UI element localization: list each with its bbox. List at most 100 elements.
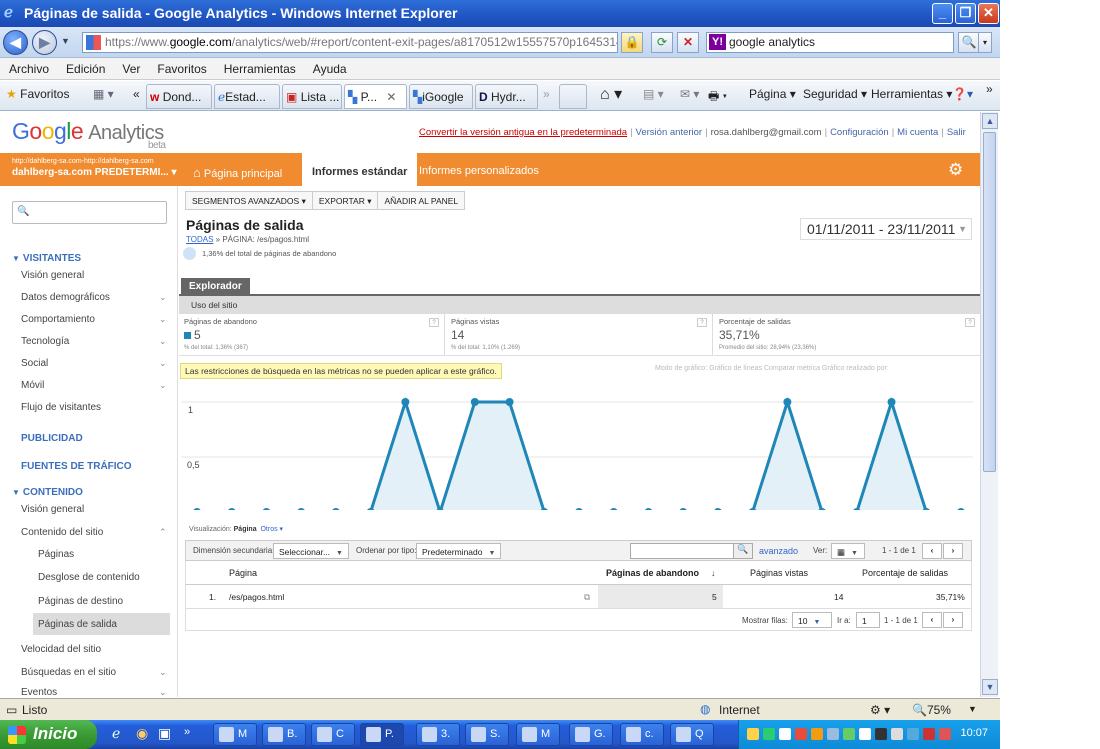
scroll-down-icon[interactable]: ▼ — [982, 679, 998, 695]
close-window-button[interactable]: ✕ — [978, 3, 999, 24]
data-point[interactable] — [679, 508, 687, 510]
export-button[interactable]: EXPORTAR ▾ — [313, 192, 379, 209]
metric-pageviews[interactable]: Páginas vistas 14 % del total: 1,10% (1.… — [446, 314, 713, 356]
convert-version-link[interactable]: Convertir la versión antigua en la prede… — [419, 127, 627, 138]
taskbar-item[interactable]: S. — [465, 723, 509, 746]
advanced-segments-button[interactable]: SEGMENTOS AVANZADOS ▾ — [186, 192, 313, 209]
ie-quicklaunch-icon[interactable]: ℯ — [112, 725, 120, 742]
data-point[interactable] — [783, 398, 792, 406]
data-point[interactable] — [957, 508, 965, 510]
refresh-icon[interactable]: ⟳ — [651, 32, 673, 53]
data-point[interactable] — [193, 508, 201, 510]
open-link-icon[interactable]: ⧉ — [584, 592, 590, 603]
security-menu[interactable]: Seguridad ▾ — [803, 87, 867, 101]
zoom-dropdown-icon[interactable]: ▼ — [968, 704, 977, 714]
taskbar-item[interactable]: C — [311, 723, 355, 746]
tab-home[interactable]: ⌂ Página principal — [183, 153, 292, 186]
explorer-tab[interactable]: Explorador — [181, 278, 250, 295]
new-tab-button[interactable] — [559, 84, 587, 109]
data-point[interactable] — [887, 398, 896, 406]
print-icon[interactable]: 🖶 ▾ — [708, 87, 727, 108]
sidebar-item-exit-pages[interactable]: Páginas de salida — [38, 619, 117, 630]
site-usage-tab[interactable]: Uso del sitio — [191, 300, 237, 310]
metric-exit-rate[interactable]: Porcentaje de salidas 35,71% Promedio de… — [714, 314, 980, 356]
tray-icon[interactable] — [811, 728, 823, 740]
next-page-button[interactable]: › — [943, 612, 963, 628]
sidebar-section-content[interactable]: ▼ CONTENIDO — [12, 487, 83, 498]
sidebar-item-visitor-flow[interactable]: Flujo de visitantes — [21, 402, 101, 413]
metric-exits[interactable]: Páginas de abandono 5 % del total: 1,36%… — [179, 314, 445, 356]
tab-2[interactable]: ℯEstad... — [214, 84, 280, 109]
stop-icon[interactable]: ✕ — [677, 32, 699, 53]
sidebar-item-site-speed[interactable]: Velocidad del sitio — [21, 644, 101, 655]
table-row[interactable]: 1. /es/pagos.html ⧉ 5 14 35,71% — [185, 585, 972, 609]
taskbar-item[interactable]: M — [213, 723, 257, 746]
taskbar-item[interactable]: c. — [620, 723, 664, 746]
tray-icon[interactable] — [859, 728, 871, 740]
help-icon[interactable]: ? — [697, 318, 707, 327]
sidebar-section-traffic-sources[interactable]: FUENTES DE TRÁFICO — [21, 461, 132, 472]
search-go-icon[interactable]: 🔍 — [958, 32, 980, 53]
visualization-page[interactable]: Página — [234, 526, 257, 533]
breadcrumb-all-link[interactable]: TODAS — [186, 235, 213, 244]
prev-page-button[interactable]: ‹ — [922, 612, 942, 628]
menu-archivo[interactable]: Archivo — [0, 58, 57, 76]
sidebar-item-content-overview[interactable]: Visión general — [21, 504, 84, 515]
tray-icon[interactable] — [747, 728, 759, 740]
tab-5[interactable]: ▚iGoogle — [409, 84, 473, 109]
tab-list-icon[interactable]: « — [133, 87, 140, 101]
goto-page-input[interactable]: 1 — [856, 612, 880, 628]
tools-menu[interactable]: Herramientas ▾ — [871, 87, 952, 101]
sidebar-item-technology[interactable]: Tecnología ⌄ — [21, 336, 167, 347]
start-button[interactable]: Inicio — [0, 720, 97, 749]
sidebar-search-input[interactable]: 🔍 — [12, 201, 167, 224]
tab-standard-reports[interactable]: Informes estándar — [302, 153, 418, 186]
taskbar-item-active[interactable]: P. — [360, 723, 404, 746]
feeds-icon[interactable]: ▤ ▾ — [643, 87, 664, 101]
app-quicklaunch-icon[interactable]: ▣ — [158, 725, 171, 742]
maximize-button[interactable]: ❐ — [955, 3, 976, 24]
add-to-dashboard-button[interactable]: AÑADIR AL PANEL — [378, 192, 464, 209]
taskbar-item[interactable]: B. — [262, 723, 306, 746]
quicklaunch-more-icon[interactable]: » — [184, 726, 190, 738]
tray-icon[interactable] — [779, 728, 791, 740]
tray-icon[interactable] — [939, 728, 951, 740]
more-tabs-icon[interactable]: » — [543, 87, 550, 101]
tab-3[interactable]: ▣ Lista ... — [282, 84, 342, 109]
protected-mode-icon[interactable]: ⚙ ▾ — [870, 703, 890, 717]
forward-button[interactable]: ▶ — [32, 30, 57, 55]
tray-icon[interactable] — [875, 728, 887, 740]
sidebar-item-site-content[interactable]: Contenido del sitio ⌃ — [21, 527, 167, 538]
sidebar-item-visitors-overview[interactable]: Visión general — [21, 270, 84, 281]
secondary-dimension-select[interactable]: Seleccionar... ▼ — [273, 543, 349, 559]
sidebar-item-pages[interactable]: Páginas — [38, 549, 74, 560]
menu-herramientas[interactable]: Herramientas — [215, 58, 304, 76]
sidebar-item-mobile[interactable]: Móvil ⌄ — [21, 380, 167, 391]
col-page[interactable]: Página — [229, 568, 257, 578]
settings-link[interactable]: Configuración — [830, 127, 889, 138]
menu-ayuda[interactable]: Ayuda — [304, 58, 355, 76]
search-options-icon[interactable]: ▾ — [978, 32, 992, 53]
data-point[interactable] — [228, 508, 236, 510]
col-pageviews[interactable]: Páginas vistas — [750, 568, 808, 578]
taskbar-item[interactable]: Q — [670, 723, 714, 746]
firefox-quicklaunch-icon[interactable]: ◉ — [136, 725, 148, 742]
sidebar-section-visitors[interactable]: ▼ VISITANTES — [12, 253, 81, 264]
taskbar-item[interactable]: G. — [569, 723, 613, 746]
data-point[interactable] — [262, 508, 270, 510]
network-icon[interactable] — [907, 728, 919, 740]
sidebar-item-landing-pages[interactable]: Páginas de destino — [38, 596, 123, 607]
search-icon[interactable]: 🔍 — [733, 544, 752, 558]
sidebar-item-content-drilldown[interactable]: Desglose de contenido — [38, 572, 140, 583]
tray-icon[interactable] — [827, 728, 839, 740]
tray-icon[interactable] — [795, 728, 807, 740]
rows-per-page-select[interactable]: 10 ▼ — [792, 612, 832, 628]
sidebar-item-social[interactable]: Social ⌄ — [21, 358, 167, 369]
tab-custom-reports[interactable]: Informes personalizados — [409, 153, 549, 186]
lock-icon[interactable]: 🔒 — [621, 32, 643, 53]
data-point[interactable] — [610, 508, 618, 510]
sidebar-item-events[interactable]: Eventos ⌄ — [21, 687, 167, 697]
help-icon[interactable]: ? — [429, 318, 439, 327]
chart-mode-options[interactable]: Modo de gráfico: Gráfico de líneas Compa… — [655, 365, 889, 372]
page-menu[interactable]: Página ▾ — [749, 87, 796, 101]
